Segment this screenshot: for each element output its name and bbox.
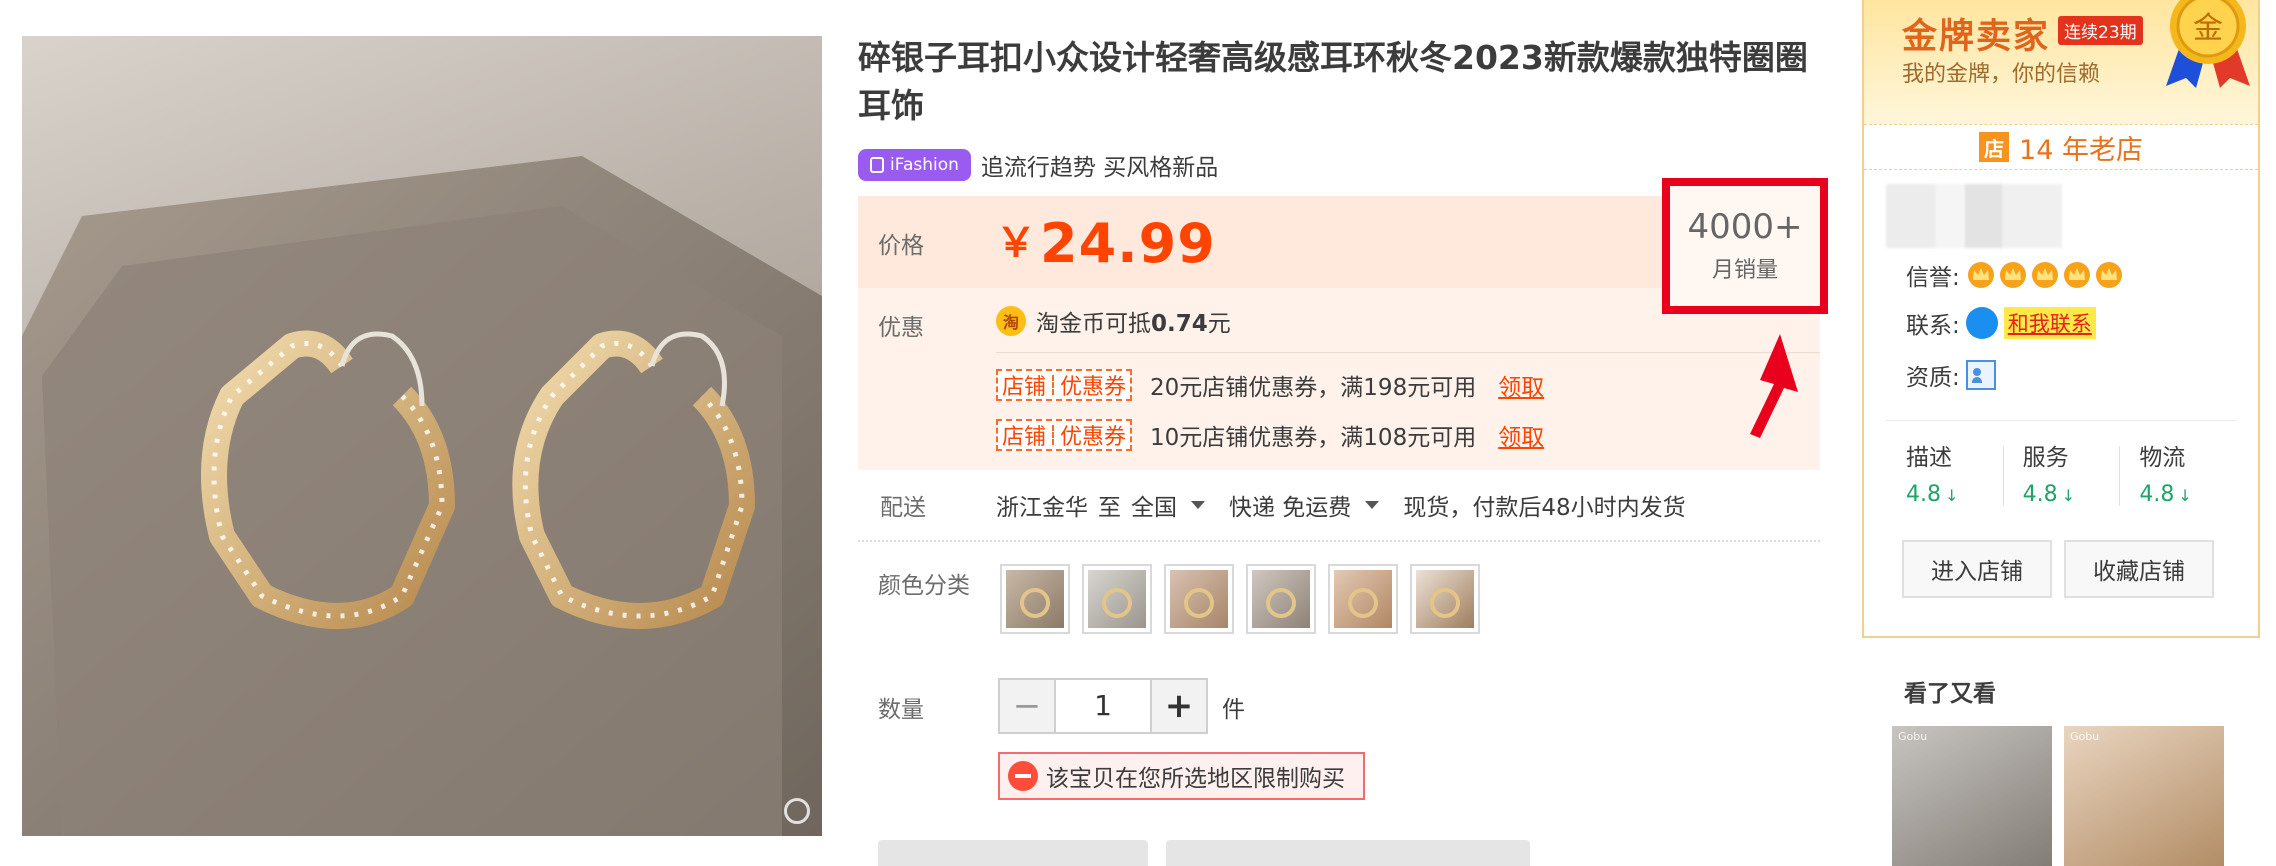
coupon-tag: 店铺 优惠券: [996, 369, 1133, 401]
shipping-label: 配送: [880, 495, 926, 521]
price-currency: ￥: [996, 220, 1036, 266]
price-value: ￥24.99: [996, 210, 1216, 275]
arrow-down-icon: ↓: [2061, 486, 2076, 505]
shipping-method-select[interactable]: 快递 免运费: [1229, 488, 1351, 522]
zoom-icon[interactable]: [784, 798, 810, 824]
quantity-input[interactable]: 1: [1054, 680, 1152, 732]
crown-icon: [1999, 262, 2026, 288]
ifashion-icon: [870, 157, 884, 173]
shop-icon: 店: [1979, 132, 2010, 162]
color-swatches: [1000, 564, 1480, 634]
business-license-icon[interactable]: [1965, 360, 1996, 390]
arrow-down-icon: ↓: [2178, 486, 2192, 505]
taojinbi-coin-icon: 淘: [996, 306, 1026, 336]
also-viewed-item[interactable]: Gobu: [1892, 726, 2052, 866]
ifashion-slogan: 追流行趋势 买风格新品: [980, 155, 1219, 181]
quantity-stepper: − 1 +: [998, 678, 1208, 734]
contact-label: 联系:: [1906, 313, 1960, 339]
discount-divider: [996, 352, 1820, 353]
shipping-destination-select[interactable]: 全国: [1131, 488, 1177, 522]
color-swatch[interactable]: [1410, 564, 1480, 634]
quantity-label: 数量: [878, 697, 924, 723]
color-swatch[interactable]: [1246, 564, 1316, 634]
qualification-row: 资质:: [1906, 358, 1996, 392]
divider: [858, 540, 1820, 542]
enter-shop-button[interactable]: 进入店铺: [1902, 540, 2052, 598]
coupon-claim-link[interactable]: 领取: [1498, 368, 1544, 402]
shipping-row: 浙江金华 至 全国 快递 免运费 现货，付款后48小时内发货: [996, 488, 1686, 522]
contact-row: 联系: 和我联系: [1906, 306, 2096, 340]
discount-label: 优惠: [878, 315, 924, 341]
also-viewed-item[interactable]: Gobu: [2064, 726, 2224, 866]
qualification-label: 资质:: [1906, 365, 1960, 391]
quantity-increase-button[interactable]: +: [1152, 680, 1206, 732]
coupon-row: 店铺 优惠券 20元店铺优惠券，满198元可用 领取: [996, 368, 1544, 402]
crown-icon: [2095, 262, 2122, 288]
coupon-row: 店铺 优惠券 10元店铺优惠券，满108元可用 领取: [996, 418, 1544, 452]
gold-seller-subtitle: 我的金牌，你的信赖: [1902, 62, 2101, 87]
taojinbi-text: 淘金币可抵0.74元: [1036, 311, 1231, 337]
price-label: 价格: [878, 233, 924, 259]
score-logistics: 物流 4.8 ↓: [2119, 438, 2236, 507]
red-arrow-icon: [1750, 334, 1798, 438]
coupon-text: 10元店铺优惠券，满108元可用: [1150, 425, 1477, 451]
contact-seller-link[interactable]: 和我联系: [2003, 307, 2096, 339]
shipping-to: 至: [1098, 495, 1121, 521]
gold-seller-banner: 金牌卖家 连续23期 我的金牌，你的信赖 金: [1864, 0, 2258, 124]
taojinbi-row: 淘 淘金币可抵0.74元: [996, 304, 1231, 338]
reputation-label: 信誉:: [1906, 265, 1960, 291]
crown-icon: [1967, 262, 1994, 288]
also-viewed-title: 看了又看: [1904, 681, 1996, 707]
chevron-down-icon[interactable]: [1365, 501, 1380, 509]
divider: [1886, 420, 2236, 421]
color-swatch[interactable]: [1164, 564, 1234, 634]
shop-name-redacted[interactable]: [1886, 184, 2062, 248]
price-amount: 24.99: [1040, 212, 1216, 275]
monthly-sales-label: 月销量: [1711, 258, 1778, 283]
no-entry-icon: [1008, 761, 1038, 791]
quantity-decrease-button[interactable]: −: [1000, 680, 1054, 732]
coupon-tag: 店铺 优惠券: [996, 419, 1133, 451]
gold-seller-title: 金牌卖家: [1902, 17, 2051, 57]
gold-medal-icon: 金: [2166, 0, 2250, 88]
score-description: 描述 4.8 ↓: [1906, 445, 1959, 507]
reputation-row: 信誉:: [1906, 258, 2124, 292]
restriction-text: 该宝贝在您所选地区限制购买: [1046, 766, 1345, 792]
quantity-unit: 件: [1222, 697, 1245, 723]
monthly-sales-count: 4000+: [1687, 207, 1803, 247]
color-swatch[interactable]: [1082, 564, 1152, 634]
coupon-text: 20元店铺优惠券，满198元可用: [1150, 375, 1477, 401]
chevron-down-icon[interactable]: [1191, 501, 1205, 509]
ifashion-promo: iFashion 追流行趋势 买风格新品: [858, 148, 1218, 182]
arrow-down-icon: ↓: [1945, 486, 1959, 505]
crown-icon: [2063, 262, 2090, 288]
wangwang-icon[interactable]: [1965, 307, 1998, 339]
crown-rating: [1966, 261, 2124, 289]
ifashion-badge-label: iFashion: [890, 155, 959, 175]
shop-card: 金牌卖家 连续23期 我的金牌，你的信赖 金 店 14 年老店 信誉: 联系: …: [1862, 0, 2260, 638]
monthly-sales-box: 4000+ 月销量: [1662, 178, 1828, 314]
shop-scores: 描述 4.8 ↓ 服务 4.8 ↓ 物流 4.8 ↓: [1886, 438, 2236, 507]
color-swatch[interactable]: [1000, 564, 1070, 634]
add-to-cart-button[interactable]: [1166, 840, 1530, 866]
shipping-origin: 浙江金华: [996, 495, 1088, 521]
earrings-illustration: [22, 156, 822, 836]
product-main-image[interactable]: [22, 36, 822, 836]
crown-icon: [2031, 262, 2058, 288]
product-title: 碎银子耳扣小众设计轻奢高级感耳环秋冬2023新款爆款独特圈圈耳饰: [858, 38, 1808, 125]
svg-text:金: 金: [2193, 11, 2223, 46]
gold-streak-badge: 连续23期: [2058, 16, 2143, 45]
color-swatch[interactable]: [1328, 564, 1398, 634]
purchase-restriction-notice: 该宝贝在您所选地区限制购买: [998, 752, 1365, 800]
score-service: 服务 4.8 ↓: [2002, 438, 2120, 507]
shop-years: 14 年老店: [2019, 134, 2143, 166]
ifashion-badge[interactable]: iFashion: [858, 149, 971, 181]
shipping-note: 现货，付款后48小时内发货: [1403, 495, 1686, 521]
favorite-shop-button[interactable]: 收藏店铺: [2064, 540, 2214, 598]
coupon-claim-link[interactable]: 领取: [1498, 418, 1544, 452]
shop-years-row: 店 14 年老店: [1864, 124, 2258, 170]
color-label: 颜色分类: [878, 573, 970, 599]
buy-now-button[interactable]: [878, 840, 1148, 866]
